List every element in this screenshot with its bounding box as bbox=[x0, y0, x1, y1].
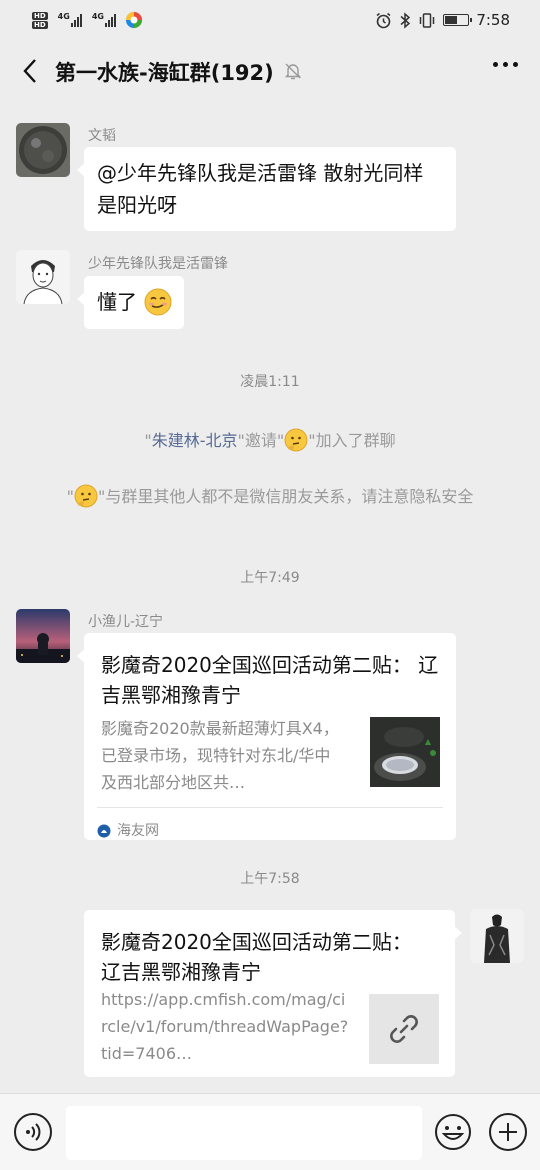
sender-name: 文韬 bbox=[88, 128, 116, 144]
card-source-name: 海友网 bbox=[117, 823, 159, 839]
input-bar bbox=[0, 1093, 540, 1170]
time-divider: 上午7:49 bbox=[240, 570, 300, 586]
avatar[interactable] bbox=[16, 123, 70, 177]
voice-button[interactable] bbox=[14, 1113, 52, 1151]
status-bar: HD HD 4G 4G 7:58 bbox=[0, 0, 540, 40]
chevron-left-icon bbox=[23, 59, 36, 83]
inviter-link[interactable]: 朱建林-北京 bbox=[152, 431, 238, 450]
hd-badge-bottom: HD bbox=[32, 20, 48, 29]
chat-header: 第一水族-海缸群(192) bbox=[0, 40, 540, 102]
hd-badges: HD HD bbox=[32, 11, 48, 29]
invite-tail: "加入了群聊 bbox=[308, 431, 396, 450]
system-message-warning: " "与群里其他人都不是微信朋友关系，请注意隐私安全 bbox=[40, 484, 500, 510]
alarm-icon bbox=[376, 12, 391, 28]
vibrate-icon bbox=[420, 12, 435, 28]
quote-mark: " bbox=[144, 431, 152, 450]
chat-title: 第一水族-海缸群(192) bbox=[55, 61, 274, 85]
voice-icon bbox=[26, 1123, 41, 1141]
card-title: 影魔奇2020全国巡回活动第二贴： 辽吉黑鄂湘豫青宁 bbox=[101, 930, 412, 984]
sender-name: 少年先锋队我是活雷锋 bbox=[88, 256, 228, 272]
signal-icon: 4G bbox=[55, 12, 82, 27]
emoji-icon bbox=[435, 1114, 471, 1150]
card-description: 影魔奇2020款最新超薄灯具X4，已登录市场，现特针对东北/华中及西北部分地区共… bbox=[101, 719, 339, 792]
quote-mark: " bbox=[66, 487, 74, 506]
message-input[interactable] bbox=[66, 1106, 422, 1160]
signal-icon-2: 4G bbox=[89, 12, 116, 27]
warning-text: "与群里其他人都不是微信朋友关系，请注意隐私安全 bbox=[97, 487, 474, 506]
net-label-2: 4G bbox=[91, 12, 104, 21]
sender-name: 小渔儿-辽宁 bbox=[88, 614, 164, 630]
battery-icon bbox=[443, 14, 473, 26]
link-card[interactable]: 影魔奇2020全国巡回活动第二贴： 辽吉黑鄂湘豫青宁 影魔奇2020款最新超薄灯… bbox=[77, 633, 456, 840]
back-button[interactable] bbox=[14, 54, 46, 88]
message-text: @少年先锋队我是活雷锋 散射光同样是阳光呀 bbox=[97, 161, 424, 217]
app-notification-icon bbox=[125, 11, 143, 29]
net-label-1: 4G bbox=[57, 12, 70, 21]
link-thumbnail bbox=[369, 994, 439, 1064]
message-text: 懂了 bbox=[97, 290, 137, 314]
bell-off-icon bbox=[284, 63, 302, 80]
status-right: 7:58 bbox=[375, 11, 510, 29]
my-avatar[interactable] bbox=[470, 909, 524, 963]
card-thumbnail bbox=[370, 717, 440, 787]
time-divider: 上午7:58 bbox=[240, 871, 300, 887]
hd-badge-top: HD bbox=[32, 11, 48, 20]
status-time: 7:58 bbox=[476, 11, 510, 29]
message-bubble[interactable]: @少年先锋队我是活雷锋 散射光同样是阳光呀 bbox=[77, 147, 456, 231]
invite-text: "邀请" bbox=[237, 431, 285, 450]
thinking-emoji-icon bbox=[74, 484, 98, 508]
smirk-emoji-icon bbox=[144, 288, 172, 316]
message-bubble[interactable]: 懂了 bbox=[76, 276, 185, 329]
emoji-button[interactable] bbox=[434, 1113, 472, 1151]
link-icon bbox=[390, 1015, 418, 1043]
avatar[interactable] bbox=[16, 250, 70, 304]
battery-fill bbox=[445, 16, 458, 24]
status-left: HD HD 4G 4G bbox=[32, 11, 143, 29]
time-divider: 凌晨1:11 bbox=[240, 374, 300, 390]
card-url: https://app.cmfish.com/mag/circle/v1/for… bbox=[101, 990, 349, 1063]
system-message-invite: "朱建林-北京"邀请" "加入了群聊 bbox=[40, 428, 500, 454]
thinking-emoji-icon bbox=[284, 428, 308, 452]
card-source: 海友网 bbox=[97, 807, 443, 847]
card-title: 影魔奇2020全国巡回活动第二贴： 辽吉黑鄂湘豫青宁 bbox=[101, 653, 439, 707]
link-card[interactable]: 影魔奇2020全国巡回活动第二贴： 辽吉黑鄂湘豫青宁 https://app.c… bbox=[84, 910, 462, 1077]
bluetooth-icon bbox=[400, 11, 411, 29]
more-button[interactable] bbox=[493, 62, 518, 67]
avatar[interactable] bbox=[16, 609, 70, 663]
plus-button[interactable] bbox=[489, 1113, 527, 1151]
source-logo-icon bbox=[97, 824, 111, 838]
